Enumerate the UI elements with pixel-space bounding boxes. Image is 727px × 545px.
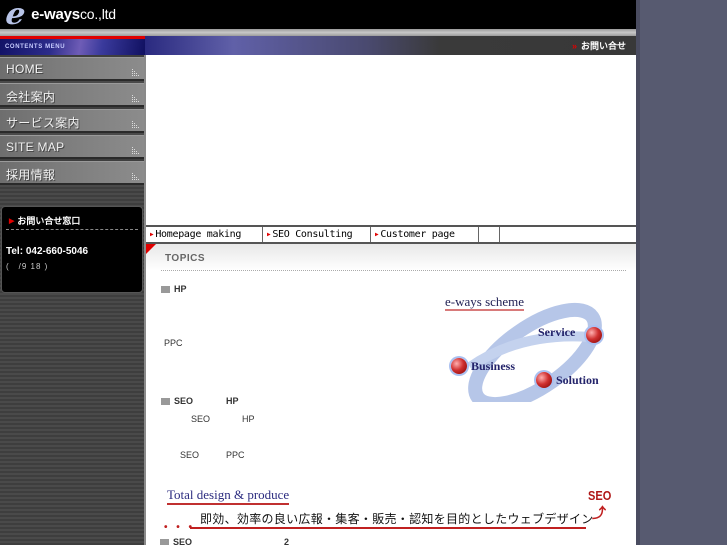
topic-heading-hp: HP bbox=[161, 284, 187, 294]
topics-title: TOPICS bbox=[165, 253, 206, 264]
topic-heading-text: SEO bbox=[173, 537, 193, 545]
page: e e-waysco.,ltd CONTENTS MENU » お問い合せ HO… bbox=[0, 0, 636, 545]
corner-dots-icon bbox=[132, 119, 141, 128]
tab-label: Customer page bbox=[380, 229, 455, 240]
logo-name: e-ways bbox=[31, 6, 80, 23]
tab-bar: ▶ Homepage making ▶ SEO Consulting ▶ Cus… bbox=[146, 225, 636, 244]
logo-text: e-waysco.,ltd bbox=[31, 6, 116, 23]
topic-text: SEO bbox=[180, 450, 200, 460]
square-bullet-icon bbox=[160, 539, 169, 545]
contact-title-label: お問い合せ窓口 bbox=[17, 216, 81, 226]
topic-text: PPC bbox=[226, 450, 245, 460]
contact-tel: Tel: 042-660-5046 bbox=[6, 246, 89, 257]
tab-label: SEO Consulting bbox=[272, 229, 353, 240]
header: e e-waysco.,ltd bbox=[0, 0, 636, 32]
red-corner-icon bbox=[146, 244, 156, 254]
topic-text-ppc: PPC bbox=[164, 338, 183, 348]
contact-box: ▶ お問い合せ窓口 Tel: 042-660-5046 ( /9 18 ) bbox=[1, 206, 143, 293]
logo-mark-icon: e bbox=[2, 0, 29, 32]
scheme-label-service: Service bbox=[538, 325, 576, 339]
topic-heading-text: 2 bbox=[284, 537, 290, 545]
tab-seo-consulting[interactable]: ▶ SEO Consulting bbox=[263, 227, 371, 242]
tab-homepage-making[interactable]: ▶ Homepage making bbox=[146, 227, 263, 242]
tab-label: Homepage making bbox=[155, 229, 242, 240]
sidebar-item-sitemap[interactable]: SITE MAP bbox=[0, 135, 145, 159]
scheme-title: e-ways scheme bbox=[445, 294, 525, 311]
banner-subtitle: 即効、効率の良い広報・集客・販売・認知を目的としたウェブデザイン bbox=[200, 512, 594, 526]
double-chevron-right-icon: » bbox=[571, 40, 577, 51]
sidebar-item-label: 会社案内 bbox=[6, 90, 56, 104]
topic-heading-text: SEO bbox=[174, 396, 194, 406]
sphere-icon bbox=[586, 327, 602, 343]
eways-scheme-graphic: e-ways scheme Service Business Solution bbox=[440, 292, 620, 402]
topics-header: TOPICS bbox=[146, 244, 636, 271]
logo-suffix: co.,ltd bbox=[79, 6, 116, 22]
tab-customer-page[interactable]: ▶ Customer page bbox=[371, 227, 479, 242]
topic-heading-hp-2: HP bbox=[226, 396, 239, 406]
sphere-icon bbox=[451, 358, 467, 374]
sidebar-item-home[interactable]: HOME bbox=[0, 57, 145, 81]
contact-divider bbox=[6, 229, 138, 230]
corner-dots-icon bbox=[132, 145, 141, 154]
topic-heading-seo-2: SEO 2 bbox=[160, 537, 289, 545]
topic-text: HP bbox=[242, 414, 255, 424]
contact-link[interactable]: » お問い合せ bbox=[572, 39, 626, 52]
scheme-label-business: Business bbox=[471, 359, 516, 373]
square-bullet-icon bbox=[161, 285, 170, 293]
contact-hours: ( /9 18 ) bbox=[6, 262, 49, 271]
scheme-label-solution: Solution bbox=[556, 373, 599, 387]
triangle-right-icon: ▶ bbox=[9, 217, 15, 225]
contents-menu-label: CONTENTS MENU bbox=[5, 44, 66, 50]
page-right-edge bbox=[636, 0, 640, 545]
contents-menu-header: CONTENTS MENU bbox=[0, 39, 145, 55]
top-band: » お問い合せ bbox=[145, 36, 636, 55]
sidebar-item-services[interactable]: サービス案内 bbox=[0, 109, 145, 133]
corner-dots-icon bbox=[132, 171, 141, 180]
topics-divider bbox=[161, 270, 626, 271]
square-bullet-icon bbox=[161, 397, 170, 405]
up-arrow-icon: ⤴ bbox=[592, 505, 606, 521]
tab-empty[interactable] bbox=[479, 227, 500, 242]
sidebar: HOME 会社案内 サービス案内 SITE MAP 採用情報 bbox=[0, 55, 145, 545]
corner-dots-icon bbox=[132, 93, 141, 102]
banner-seo: SEO bbox=[588, 488, 612, 503]
triangle-right-icon: ▶ bbox=[267, 231, 271, 238]
corner-dots-icon bbox=[132, 67, 141, 76]
sphere-icon bbox=[536, 372, 552, 388]
sidebar-item-company[interactable]: 会社案内 bbox=[0, 83, 145, 107]
triangle-right-icon: ▶ bbox=[375, 231, 379, 238]
topic-text: SEO bbox=[191, 414, 211, 424]
sidebar-item-label: 採用情報 bbox=[6, 168, 56, 182]
topic-heading-text: HP bbox=[174, 284, 187, 294]
contact-title[interactable]: ▶ お問い合せ窓口 bbox=[9, 214, 80, 227]
sidebar-item-label: SITE MAP bbox=[6, 140, 65, 154]
sidebar-item-label: サービス案内 bbox=[6, 116, 80, 130]
hero-area bbox=[146, 55, 636, 225]
banner-title: Total design & produce bbox=[167, 488, 290, 505]
triangle-right-icon: ▶ bbox=[150, 231, 154, 238]
topic-heading-seo: SEO bbox=[161, 396, 193, 406]
header-silver-bar bbox=[0, 29, 636, 36]
banner-underline bbox=[190, 527, 586, 529]
sidebar-item-label: HOME bbox=[6, 62, 44, 76]
contact-link-label: お問い合せ bbox=[580, 41, 626, 51]
sidebar-item-recruit[interactable]: 採用情報 bbox=[0, 161, 145, 185]
logo[interactable]: e e-waysco.,ltd bbox=[2, 0, 116, 32]
